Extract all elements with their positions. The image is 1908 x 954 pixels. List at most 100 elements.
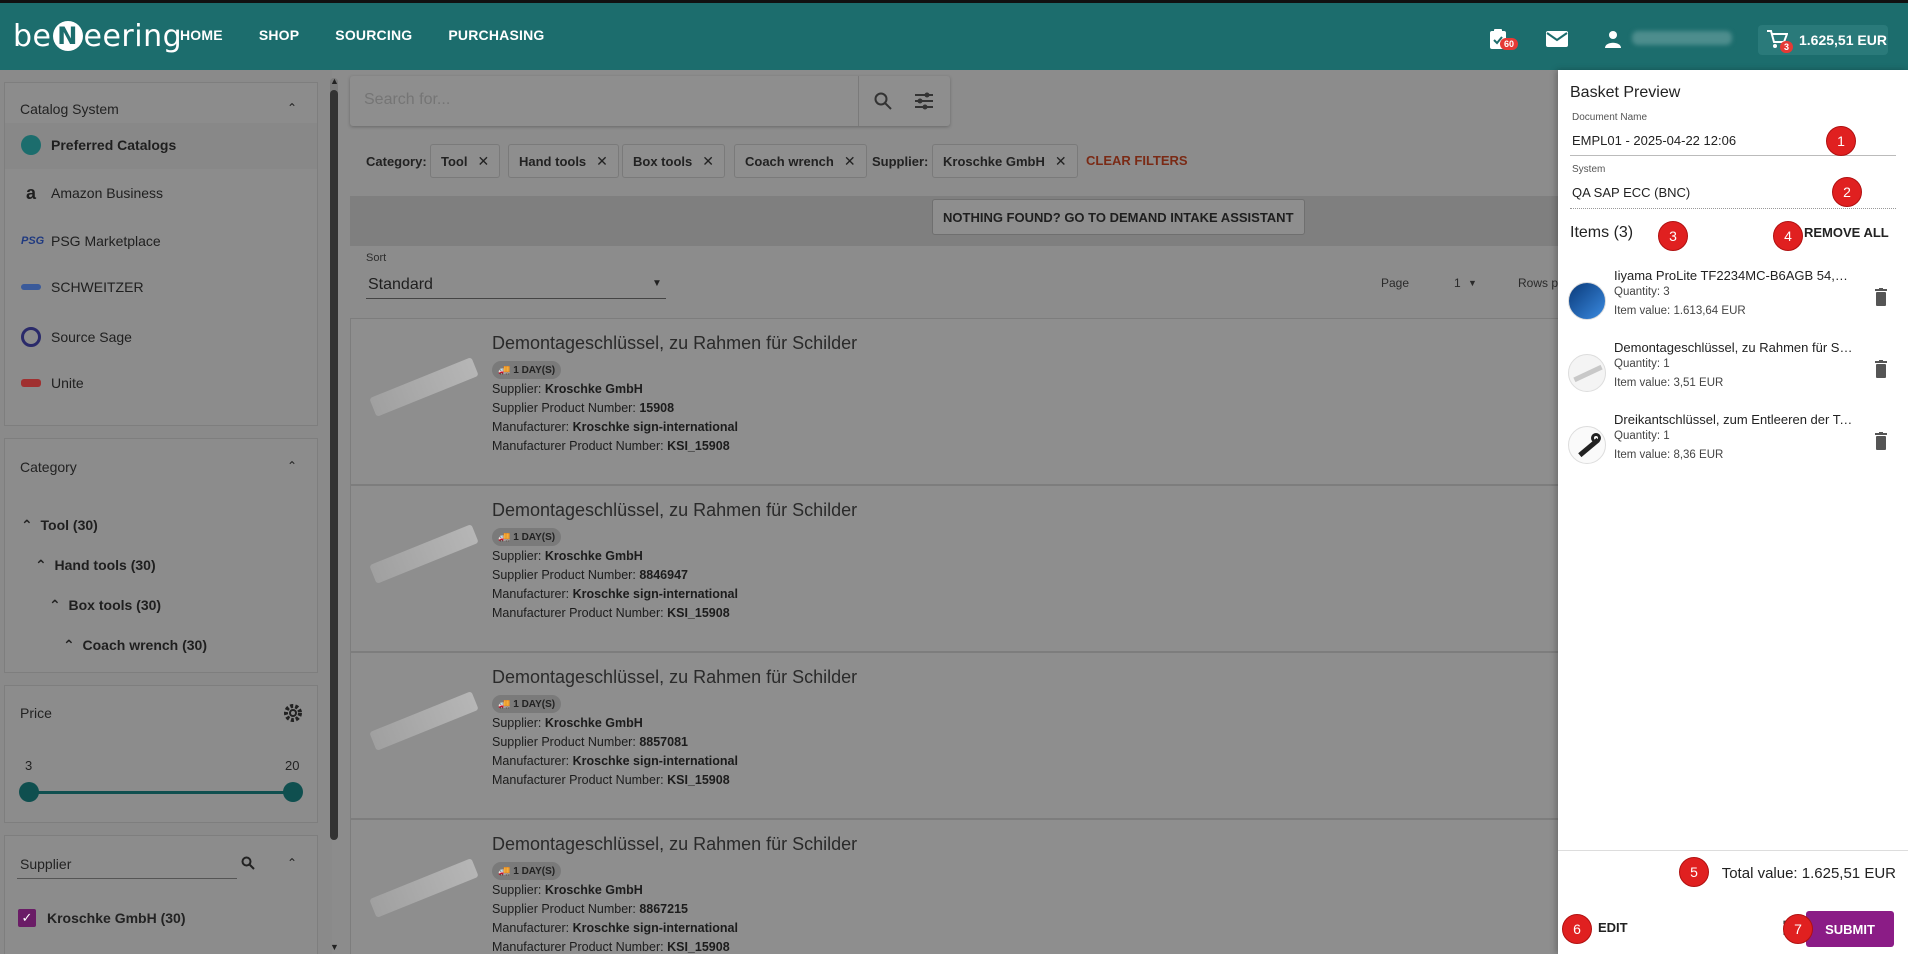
tree-coach-wrench[interactable]: ⌃ Coach wrench (30) <box>63 637 207 654</box>
page-chevron-icon[interactable]: ▼ <box>1468 278 1477 288</box>
scroll-up-icon[interactable]: ▲ <box>330 76 339 86</box>
search-icon[interactable] <box>874 92 892 115</box>
search-input[interactable] <box>364 91 844 109</box>
product-image[interactable] <box>369 691 479 751</box>
category-card: Category ⌃ ⌃ Tool (30) ⌃ Hand tools (30)… <box>4 438 318 673</box>
sort-underline <box>366 298 666 299</box>
product-card[interactable]: Demontageschlüssel, zu Rahmen für Schild… <box>350 485 1560 652</box>
product-title[interactable]: Demontageschlüssel, zu Rahmen für Schild… <box>492 500 857 521</box>
catalog-source-sage[interactable]: Source Sage <box>21 327 132 347</box>
chip-hand-tools[interactable]: Hand tools ✕ <box>508 144 619 178</box>
sort-label: Sort <box>366 252 387 264</box>
mail-icon[interactable] <box>1546 31 1568 52</box>
chevron-down-icon[interactable]: ▼ <box>652 278 662 289</box>
chip-coach-wrench[interactable]: Coach wrench ✕ <box>734 144 867 178</box>
price-title: Price <box>20 705 52 721</box>
delivery-badge: 🚚 1 DAY(S) <box>492 695 562 713</box>
collapse-catalog-icon[interactable]: ⌃ <box>287 101 297 115</box>
item-value: Item value: 1.613,64 EUR <box>1614 305 1746 317</box>
sort-select[interactable]: Standard <box>368 276 433 294</box>
catalog-amazon[interactable]: a Amazon Business <box>21 183 163 203</box>
system-field[interactable]: QA SAP ECC (BNC) <box>1572 185 1690 200</box>
price-slider-max-handle[interactable] <box>283 782 303 802</box>
supplier-checkbox[interactable]: ✓ <box>18 909 36 927</box>
close-icon[interactable]: ✕ <box>702 153 714 170</box>
user-icon[interactable] <box>1604 30 1622 53</box>
sidebar-scroll-thumb[interactable] <box>330 90 338 840</box>
page-select[interactable]: 1 <box>1454 276 1461 290</box>
document-name-field[interactable]: EMPL01 - 2025-04-22 12:06 <box>1572 133 1736 148</box>
product-title[interactable]: Demontageschlüssel, zu Rahmen für Schild… <box>492 333 857 354</box>
price-slider-min-handle[interactable] <box>19 782 39 802</box>
nav-home[interactable]: HOME <box>180 27 223 43</box>
product-card[interactable]: Demontageschlüssel, zu Rahmen für Schild… <box>350 318 1560 485</box>
cart-total[interactable]: 1.625,51 EUR <box>1799 32 1887 48</box>
delivery-days: 1 DAY(S) <box>513 698 556 710</box>
product-title[interactable]: Demontageschlüssel, zu Rahmen für Schild… <box>492 834 857 855</box>
product-image[interactable] <box>369 524 479 584</box>
product-image[interactable] <box>369 357 479 417</box>
footer-divider <box>1558 850 1908 851</box>
close-icon[interactable]: ✕ <box>596 153 608 170</box>
manufacturer-caption: Manufacturer: <box>492 754 570 768</box>
nav-shop[interactable]: SHOP <box>259 27 299 43</box>
spn-value: 8857081 <box>639 735 688 749</box>
collapse-supplier-icon[interactable]: ⌃ <box>287 856 297 870</box>
manufacturer-caption: Manufacturer: <box>492 420 570 434</box>
catalog-preferred[interactable]: Preferred Catalogs <box>21 135 176 155</box>
supplier-search-icon[interactable] <box>241 856 255 875</box>
edit-button[interactable]: EDIT <box>1598 920 1628 935</box>
psg-icon: PSG <box>21 235 45 247</box>
submit-button[interactable]: SUBMIT <box>1806 911 1894 947</box>
product-spn: Supplier Product Number: 8867215 <box>492 902 688 916</box>
supplier-value: Kroschke GmbH <box>544 382 643 396</box>
nav-sourcing[interactable]: SOURCING <box>335 27 412 43</box>
manufacturer-value: Kroschke sign-international <box>572 587 738 601</box>
chip-box-tools[interactable]: Box tools ✕ <box>622 144 725 178</box>
trash-icon[interactable] <box>1874 288 1888 311</box>
nav-purchasing[interactable]: PURCHASING <box>448 27 544 43</box>
product-card[interactable]: Demontageschlüssel, zu Rahmen für Schild… <box>350 652 1560 819</box>
tree-box-tools[interactable]: ⌃ Box tools (30) <box>49 597 161 614</box>
gear-icon[interactable] <box>283 703 303 728</box>
trash-icon[interactable] <box>1874 360 1888 383</box>
approvals-icon[interactable]: 60 <box>1488 28 1519 55</box>
cart-icon[interactable]: 3 <box>1766 29 1794 54</box>
scroll-down-icon[interactable]: ▼ <box>330 942 339 952</box>
tree-label: Tool (30) <box>40 517 98 533</box>
annotation-marker-5: 5 <box>1679 857 1709 887</box>
tree-hand-tools[interactable]: ⌃ Hand tools (30) <box>35 557 156 574</box>
item-value: Item value: 8,36 EUR <box>1614 449 1724 461</box>
catalog-label: Unite <box>51 375 84 391</box>
clear-filters-button[interactable]: CLEAR FILTERS <box>1086 153 1188 168</box>
delivery-days: 1 DAY(S) <box>513 364 556 376</box>
category-filter-label: Category: <box>366 154 427 169</box>
collapse-category-icon[interactable]: ⌃ <box>287 459 297 473</box>
product-card[interactable]: Demontageschlüssel, zu Rahmen für Schild… <box>350 819 1560 954</box>
tree-tool[interactable]: ⌃ Tool (30) <box>21 517 98 534</box>
product-mpn: Manufacturer Product Number: KSI_15908 <box>492 439 730 453</box>
demand-intake-button[interactable]: NOTHING FOUND? GO TO DEMAND INTAKE ASSIS… <box>932 199 1305 235</box>
catalog-system-title: Catalog System <box>20 101 119 117</box>
basket-item[interactable]: Dreikantschlüssel, zum Entleeren der Ton… <box>1566 410 1896 470</box>
filter-settings-icon[interactable] <box>914 92 934 115</box>
product-image[interactable] <box>369 858 479 918</box>
mpn-value: KSI_15908 <box>667 773 730 787</box>
trash-icon[interactable] <box>1874 432 1888 455</box>
close-icon[interactable]: ✕ <box>1055 153 1067 170</box>
chip-supplier[interactable]: Kroschke GmbH ✕ <box>932 144 1078 178</box>
catalog-label: SCHWEITZER <box>51 279 144 295</box>
truck-icon: 🚚 <box>498 531 514 543</box>
logo[interactable]: be Neering <box>13 19 182 54</box>
close-icon[interactable]: ✕ <box>844 153 856 170</box>
catalog-label: Preferred Catalogs <box>51 137 177 153</box>
close-icon[interactable]: ✕ <box>477 153 489 170</box>
catalog-schweitzer[interactable]: SCHWEITZER <box>21 279 144 295</box>
chip-tool[interactable]: Tool ✕ <box>430 144 501 178</box>
catalog-unite[interactable]: Unite <box>21 375 84 391</box>
basket-item[interactable]: Iiyama ProLite TF2234MC-B6AGB 54,6cm Qua… <box>1566 266 1896 326</box>
remove-all-button[interactable]: REMOVE ALL <box>1804 225 1889 240</box>
product-title[interactable]: Demontageschlüssel, zu Rahmen für Schild… <box>492 667 857 688</box>
basket-item[interactable]: Demontageschlüssel, zu Rahmen für Schild… <box>1566 338 1896 398</box>
catalog-psg[interactable]: PSG PSG Marketplace <box>21 231 161 251</box>
